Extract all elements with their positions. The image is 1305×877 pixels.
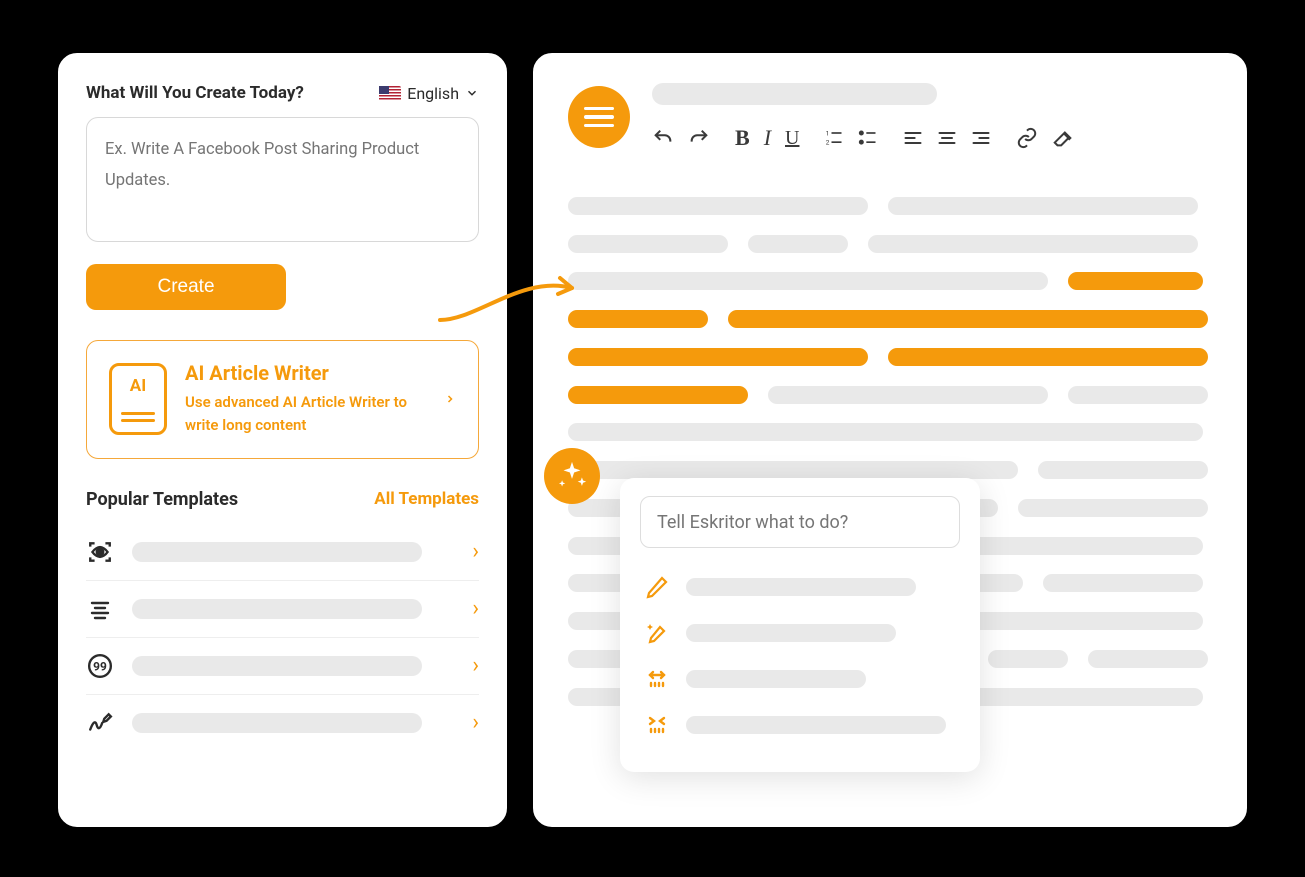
chevron-right-icon: › <box>472 596 479 621</box>
expand-icon <box>644 666 670 692</box>
align-center-button[interactable] <box>937 128 957 148</box>
chevron-right-icon <box>444 389 456 409</box>
template-item[interactable]: › <box>86 524 479 581</box>
italic-button[interactable]: I <box>764 125 771 151</box>
bullet-list-button[interactable] <box>858 128 878 148</box>
prompt-title: What Will You Create Today? <box>86 83 304 103</box>
bold-button[interactable]: B <box>735 125 750 151</box>
collapse-icon <box>644 712 670 738</box>
template-item[interactable]: 99 › <box>86 638 479 695</box>
ai-command-popover <box>620 478 980 772</box>
template-label-placeholder <box>132 542 422 562</box>
template-label-placeholder <box>132 713 422 733</box>
popular-templates-header: Popular Templates All Templates <box>86 489 479 510</box>
ai-command-input[interactable] <box>640 496 960 548</box>
quote-icon: 99 <box>86 652 114 680</box>
template-list: › › 99 › › <box>86 524 479 751</box>
document-title-placeholder <box>652 83 937 105</box>
ai-action-label-placeholder <box>686 624 896 642</box>
editor-title-area: B I U 12 <box>652 83 1212 151</box>
popular-templates-title: Popular Templates <box>86 489 238 510</box>
ai-article-writer-card[interactable]: AI AI Article Writer Use advanced AI Art… <box>86 340 479 459</box>
sparkle-icon <box>555 459 589 493</box>
chevron-right-icon: › <box>472 653 479 678</box>
prompt-input[interactable] <box>86 117 479 242</box>
ai-action-item[interactable] <box>640 702 960 748</box>
signature-icon <box>86 709 114 737</box>
align-right-button[interactable] <box>971 128 991 148</box>
ai-action-label-placeholder <box>686 716 946 734</box>
editor-toolbar: B I U 12 <box>652 125 1212 151</box>
ordered-list-button[interactable]: 12 <box>824 128 844 148</box>
magic-pencil-icon <box>644 620 670 646</box>
ai-article-icon: AI <box>109 363 167 435</box>
ai-icon-text: AI <box>130 376 146 396</box>
chevron-down-icon <box>465 86 479 100</box>
ai-article-description: Use advanced AI Article Writer to write … <box>185 391 426 438</box>
svg-text:1: 1 <box>826 130 830 138</box>
create-button[interactable]: Create <box>86 264 286 310</box>
chevron-right-icon: › <box>472 539 479 564</box>
ai-action-label-placeholder <box>686 578 916 596</box>
align-center-icon <box>86 595 114 623</box>
svg-text:2: 2 <box>826 139 830 147</box>
align-left-button[interactable] <box>903 128 923 148</box>
ai-assist-button[interactable] <box>544 448 600 504</box>
template-label-placeholder <box>132 599 422 619</box>
underline-button[interactable]: U <box>785 127 799 150</box>
flag-us-icon <box>379 86 401 101</box>
ai-action-item[interactable] <box>640 656 960 702</box>
editor-header: B I U 12 <box>568 83 1212 151</box>
ai-action-label-placeholder <box>686 670 866 688</box>
all-templates-link[interactable]: All Templates <box>374 489 479 509</box>
undo-button[interactable] <box>652 127 674 149</box>
svg-text:99: 99 <box>93 659 107 673</box>
language-selector[interactable]: English <box>379 84 479 103</box>
ai-action-item[interactable] <box>640 610 960 656</box>
link-button[interactable] <box>1016 127 1038 149</box>
ai-article-title: AI Article Writer <box>185 361 426 385</box>
template-item[interactable]: › <box>86 695 479 751</box>
pencil-icon <box>644 574 670 600</box>
chevron-right-icon: › <box>472 710 479 735</box>
template-label-placeholder <box>132 656 422 676</box>
eraser-button[interactable] <box>1052 127 1074 149</box>
template-item[interactable]: › <box>86 581 479 638</box>
view-focus-icon <box>86 538 114 566</box>
ai-action-item[interactable] <box>640 564 960 610</box>
create-panel: What Will You Create Today? English Crea… <box>55 50 510 830</box>
ai-article-body: AI Article Writer Use advanced AI Articl… <box>185 361 426 438</box>
menu-button[interactable] <box>568 86 630 148</box>
redo-button[interactable] <box>688 127 710 149</box>
language-label: English <box>407 84 459 103</box>
prompt-header: What Will You Create Today? English <box>86 83 479 103</box>
